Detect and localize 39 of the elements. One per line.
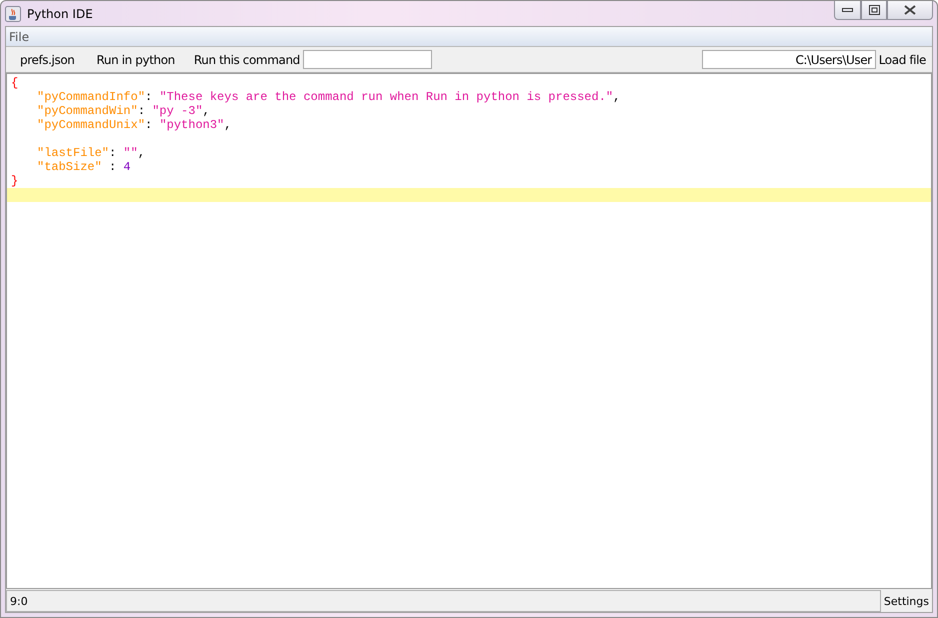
maximize-button[interactable] [861,1,887,20]
json-punctuation: , [224,118,232,132]
toolbar-tab[interactable]: prefs.json [9,52,86,66]
json-key: "tabSize" [37,160,102,174]
json-string: "python3" [159,118,224,132]
minimize-icon [842,7,853,13]
load-file-button[interactable]: Load file [876,52,929,66]
settings-button[interactable]: Settings [880,594,932,608]
json-punctuation: : [108,160,118,174]
minimize-button[interactable] [834,1,861,20]
command-label: Run this command [194,52,300,66]
json-punctuation: : [138,104,146,118]
json-string: "py -3" [152,104,203,118]
json-punctuation: , [613,90,620,104]
json-key: "pyCommandUnix" [37,118,146,132]
coffee-cup-icon [5,6,21,22]
maximize-icon [868,5,880,15]
json-punctuation: , [138,146,146,160]
command-field[interactable] [302,50,432,69]
json-string: "" [123,146,138,160]
json-punctuation: : [145,90,154,104]
json-punctuation: , [202,104,210,118]
json-brace: } [11,174,18,188]
path-field[interactable]: C:\Users\User [702,50,876,69]
window-title: Python IDE [27,6,93,20]
cursor-position: 9:0 [6,590,881,612]
json-brace: { [11,76,18,90]
json-punctuation: : [145,118,154,132]
code-editor[interactable]: { "pyCommandInfo": "These keys are the command run when Run in python is pressed.", "pyCommandWin": "py -3", "pyCommandUnix": "python3", "lastFile": "", "tabSize" : 4 } [6,73,932,589]
json-key: "lastFile" [37,146,110,160]
close-button[interactable] [887,1,933,20]
json-key: "pyCommandWin" [37,104,138,118]
menu-item[interactable]: File [6,30,32,44]
toolbar-tab[interactable]: Run in python [86,52,186,66]
json-string: "These keys are the command run when Run in python is pressed." [159,90,614,104]
json-key: "pyCommandInfo" [37,90,146,104]
json-number: 4 [123,160,131,174]
json-punctuation: : [109,146,118,160]
close-icon [904,5,916,15]
